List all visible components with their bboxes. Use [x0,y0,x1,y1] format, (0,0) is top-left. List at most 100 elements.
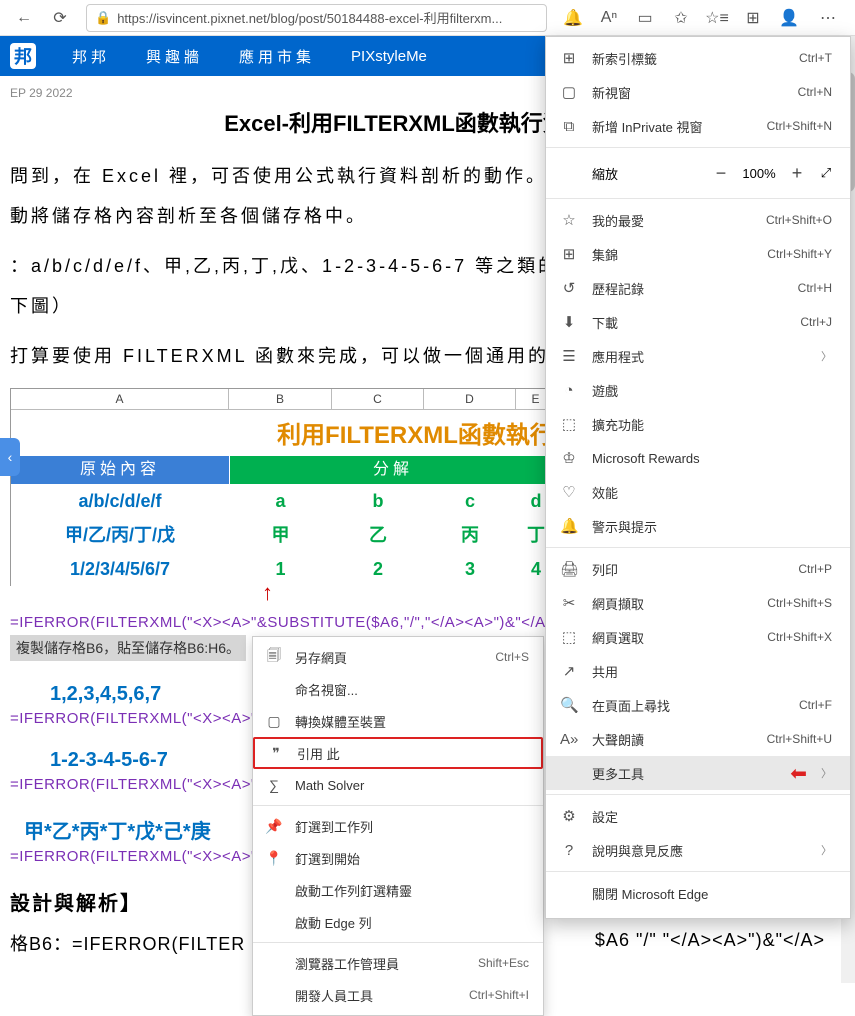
menu-icon: ♡ [560,483,578,501]
settings-menu: ⊞新索引標籤Ctrl+T▢新視窗Ctrl+N⧉新增 InPrivate 視窗Ct… [545,36,851,919]
settings-menu-item[interactable]: ▢新視窗Ctrl+N [546,75,850,109]
settings-menu-item[interactable]: ⊞集錦Ctrl+Shift+Y [546,237,850,271]
menu-label: 釘選到工作列 [295,817,529,836]
menu-shortcut: Ctrl+J [800,315,832,329]
settings-menu-item[interactable]: 🔔 警示與提示 [546,509,850,543]
settings-menu-item[interactable]: ⬚網頁選取Ctrl+Shift+X [546,620,850,654]
side-tab[interactable]: ‹ [0,438,20,476]
settings-menu-item[interactable]: 關閉 Microsoft Edge [546,876,850,910]
settings-menu-item[interactable]: ♡ 效能 [546,475,850,509]
context-menu-item[interactable]: 啟動工作列釘選精靈 [253,874,543,906]
settings-menu-item[interactable]: ⬚擴充功能 [546,407,850,441]
notification-icon[interactable]: 🔔 [557,2,589,34]
settings-menu-item[interactable]: 🔍在頁面上尋找Ctrl+F [546,688,850,722]
favorite-icon[interactable]: ✩ [665,2,697,34]
settings-menu-item[interactable]: ↺歷程記錄Ctrl+H [546,271,850,305]
settings-menu-item[interactable]: ☰應用程式〉 [546,339,850,373]
menu-shortcut: Ctrl+H [798,281,832,295]
settings-menu-item[interactable]: ✂網頁擷取Ctrl+Shift+S [546,586,850,620]
context-menu-item[interactable]: 瀏覽器工作管理員Shift+Esc [253,947,543,979]
menu-icon: 🔔 [560,517,578,535]
settings-menu-item[interactable]: ◔遊戲 [546,373,850,407]
table-header: 分解 [229,456,556,484]
cell-split: 甲 [229,518,332,552]
menu-icon: 📌 [265,818,283,835]
menu-shortcut: Ctrl+P [798,562,832,576]
nav-item[interactable]: 興趣牆 [146,46,203,67]
menu-shortcut: Ctrl+N [798,85,832,99]
settings-menu-item[interactable]: ↗ 共用 [546,654,850,688]
menu-label: Math Solver [295,778,529,793]
menu-label: 效能 [592,483,832,502]
settings-menu-item[interactable]: 🖨列印Ctrl+P [546,552,850,586]
favorites-bar-icon[interactable]: ☆≡ [701,2,733,34]
zoom-out-button[interactable]: − [706,163,736,184]
menu-shortcut: Ctrl+Shift+Y [767,247,832,261]
formula-text: 格B6：=IFERROR(FILTER [10,930,245,956]
context-menu-item[interactable]: 📍釘選到開始 [253,842,543,874]
context-menu-item[interactable]: 開發人員工具Ctrl+Shift+I [253,979,543,1011]
menu-icon: ♔ [560,449,578,467]
context-menu-item[interactable]: ❞ 引用 此 [253,737,543,769]
zoom-label: 縮放 [592,164,706,183]
menu-icon: ∑ [265,777,283,793]
menu-icon: ◔ [560,382,578,399]
cell-original: 1/2/3/4/5/6/7 [11,552,229,586]
menu-label: 應用程式 [592,347,807,366]
menu-icon: ❞ [267,745,285,762]
nav-item[interactable]: PIXstyleMe [351,48,427,65]
cell-original: a/b/c/d/e/f [11,484,229,518]
refresh-button[interactable]: ⟳ [44,2,76,34]
settings-menu-item[interactable]: 更多工具⬅〉 [546,756,850,790]
nav-item[interactable]: 應用市集 [239,46,315,67]
menu-label: 大聲朗讀 [592,730,753,749]
settings-menu-item[interactable]: ⊞新索引標籤Ctrl+T [546,41,850,75]
menu-label: 新索引標籤 [592,49,785,68]
menu-icon: ↗ [560,662,578,680]
settings-menu-item[interactable]: ?說明與意見反應〉 [546,833,850,867]
col-header: D [424,389,516,410]
menu-shortcut: Shift+Esc [478,956,529,970]
menu-label: 啟動工作列釘選精靈 [295,881,529,900]
context-menu-item[interactable]: ▢轉換媒體至裝置 [253,705,543,737]
settings-menu-item[interactable]: ⧉新增 InPrivate 視窗Ctrl+Shift+N [546,109,850,143]
context-menu-item[interactable]: ∑ Math Solver [253,769,543,801]
menu-label: 共用 [592,662,832,681]
chevron-right-icon: 〉 [821,842,832,858]
menu-label: 警示與提示 [592,517,832,536]
more-button[interactable]: ⋯ [809,2,847,34]
context-menu-item[interactable]: 📌 釘選到工作列 [253,810,543,842]
menu-label: 關閉 Microsoft Edge [592,884,832,903]
menu-label: 引用 此 [297,744,527,763]
menu-shortcut: Ctrl+Shift+U [767,732,832,746]
settings-menu-item[interactable]: ☆我的最愛Ctrl+Shift+O [546,203,850,237]
menu-shortcut: Ctrl+Shift+S [767,596,832,610]
profile-icon[interactable]: 👤 [773,2,805,34]
menu-icon: ⊞ [560,245,578,263]
settings-menu-item[interactable]: ♔ Microsoft Rewards [546,441,850,475]
settings-menu-item[interactable]: ⬇下載Ctrl+J [546,305,850,339]
menu-label: Microsoft Rewards [592,451,832,466]
reader-icon[interactable]: ▭ [629,2,661,34]
settings-menu-item[interactable]: A»大聲朗讀Ctrl+Shift+U [546,722,850,756]
fullscreen-button[interactable]: ⤢ [812,165,840,181]
collections-icon[interactable]: ⊞ [737,2,769,34]
read-aloud-icon[interactable]: Aⁿ [593,2,625,34]
address-bar[interactable]: 🔒 https://isvincent.pixnet.net/blog/post… [86,4,547,32]
menu-icon: ⊞ [560,49,578,67]
context-menu-item[interactable]: 🗐另存網頁Ctrl+S [253,641,543,673]
back-button[interactable]: ← [8,2,40,34]
menu-shortcut: Ctrl+F [799,698,832,712]
site-logo[interactable]: 邦 [10,43,36,69]
menu-icon: ▢ [265,713,283,730]
col-header: A [11,389,229,410]
chevron-right-icon: 〉 [821,765,832,781]
menu-label: 網頁擷取 [592,594,753,613]
zoom-in-button[interactable]: + [782,163,812,184]
nav-item[interactable]: 邦邦 [72,46,110,67]
context-menu-item[interactable]: 啟動 Edge 列 [253,906,543,938]
context-menu-item[interactable]: 命名視窗... [253,673,543,705]
cell-split: 3 [424,552,516,586]
settings-menu-item[interactable]: ⚙設定 [546,799,850,833]
menu-icon: ⬇ [560,313,578,331]
